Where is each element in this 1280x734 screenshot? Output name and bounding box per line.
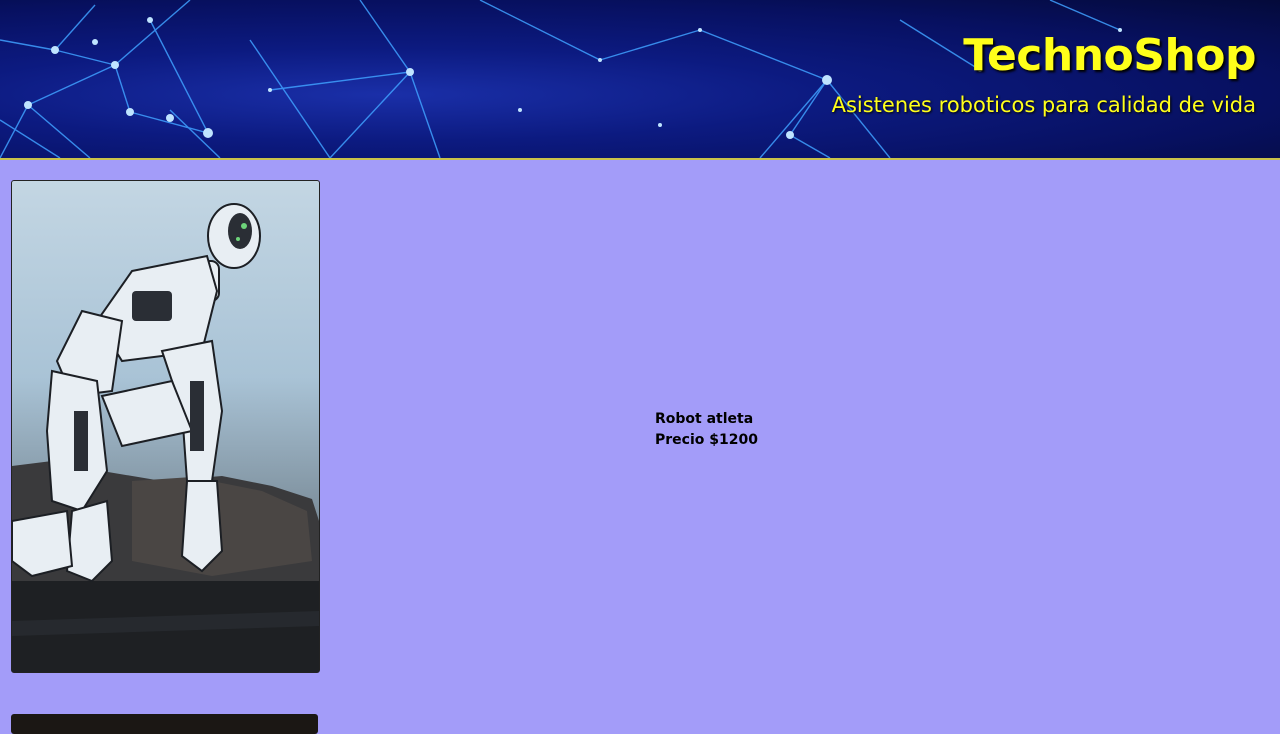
site-title[interactable]: TechnoShop bbox=[963, 34, 1256, 78]
product-name: Robot atleta bbox=[655, 411, 754, 427]
next-product-image[interactable] bbox=[11, 714, 318, 734]
site-subtitle: Asistenes roboticos para calidad de vida bbox=[831, 93, 1256, 117]
robot-image bbox=[12, 203, 319, 672]
product-price: Precio $1200 bbox=[655, 432, 758, 448]
product-image[interactable] bbox=[11, 180, 320, 673]
site-header: TechnoShop Asistenes roboticos para cali… bbox=[0, 0, 1280, 160]
product-info: Robot atleta Precio $1200 bbox=[655, 409, 758, 451]
